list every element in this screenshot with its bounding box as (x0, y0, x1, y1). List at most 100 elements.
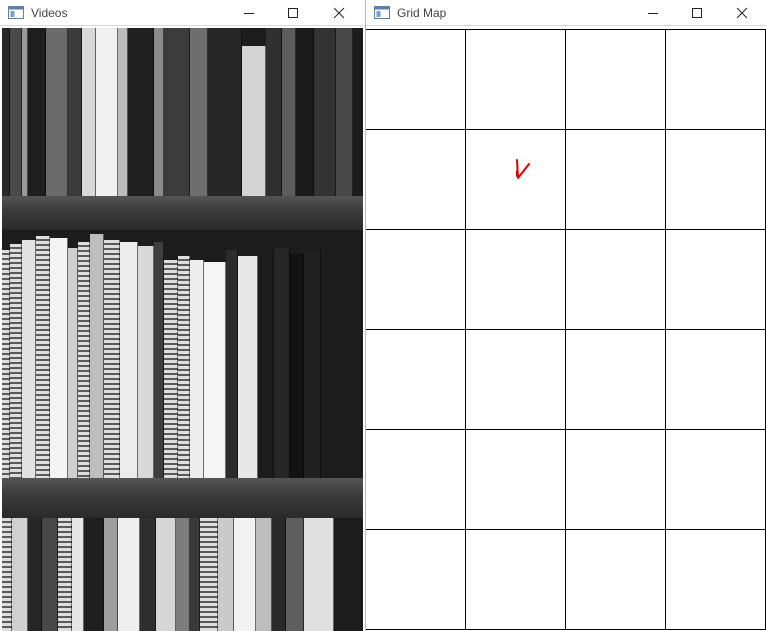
videos-titlebar[interactable]: Videos (0, 0, 365, 26)
grid-cell[interactable] (465, 229, 566, 330)
book-spine (118, 518, 140, 631)
book-spine (2, 28, 10, 198)
grid-cell[interactable] (565, 229, 666, 330)
book-spine (96, 28, 118, 198)
book-spine (290, 254, 304, 478)
grid-map-window: Grid Map (366, 0, 766, 631)
spiral-notebook (178, 256, 190, 478)
book-spine (272, 518, 286, 631)
book-spine (190, 28, 208, 198)
grid-cell[interactable] (665, 329, 766, 430)
grid-cell[interactable] (465, 29, 566, 130)
grid-cell[interactable] (366, 529, 466, 630)
book-spine (234, 518, 256, 631)
spiral-notebook (36, 236, 50, 478)
close-icon (736, 7, 748, 19)
minimize-button[interactable] (631, 0, 675, 26)
spiral-notebook (200, 518, 218, 631)
book-spine (218, 518, 234, 631)
book-spine (12, 518, 28, 631)
grid-cell[interactable] (665, 229, 766, 330)
spiral-notebook (2, 518, 12, 631)
book-spine (82, 28, 96, 198)
book-spine (208, 28, 242, 198)
grid-cell[interactable] (366, 329, 466, 430)
app-window-icon (374, 6, 390, 19)
book-spine (274, 248, 290, 478)
maximize-button[interactable] (271, 0, 315, 26)
shelf-board (2, 196, 363, 230)
grid-cell[interactable] (465, 529, 566, 630)
maximize-icon (288, 8, 298, 18)
book-spine (304, 250, 321, 478)
book-spine (258, 252, 274, 478)
grid-cell[interactable] (366, 229, 466, 330)
grid-cell[interactable] (565, 29, 666, 130)
grid-cell[interactable] (665, 429, 766, 530)
book-spine (68, 28, 82, 198)
book-spine (314, 28, 336, 198)
spiral-notebook (104, 240, 120, 478)
book-spine (304, 518, 334, 631)
book-spine (296, 28, 314, 198)
book-spine (266, 28, 282, 198)
video-frame (2, 28, 363, 631)
book-spine (128, 28, 154, 198)
spiral-notebook (2, 250, 10, 478)
grid-map-titlebar[interactable]: Grid Map (366, 0, 766, 26)
close-button[interactable] (720, 0, 764, 26)
book-spine (120, 242, 138, 478)
book-spine (118, 28, 128, 198)
grid-cell[interactable] (366, 29, 466, 130)
book-spine (226, 250, 238, 478)
grid-cell[interactable] (465, 329, 566, 430)
book-spine (46, 28, 68, 198)
book-spine (154, 242, 164, 478)
book-spine (154, 28, 164, 198)
book-spine (72, 518, 84, 631)
grid-cell[interactable] (366, 429, 466, 530)
grid-cell[interactable] (366, 129, 466, 230)
book-spine (190, 260, 204, 478)
minimize-button[interactable] (227, 0, 271, 26)
grid-cell[interactable] (665, 529, 766, 630)
window-title: Videos (31, 6, 68, 20)
book-spine (238, 256, 258, 478)
grid-cell[interactable] (565, 129, 666, 230)
maximize-button[interactable] (675, 0, 719, 26)
close-button[interactable] (317, 0, 361, 26)
grid-cell[interactable] (465, 429, 566, 530)
book-spine (10, 28, 22, 198)
robot-direction-icon (516, 159, 530, 179)
book-spine (28, 518, 42, 631)
bookshelf-row (2, 230, 363, 478)
grid-cell[interactable] (565, 429, 666, 530)
book-spine (84, 518, 104, 631)
book-spine (22, 240, 36, 478)
book-spine (50, 238, 68, 478)
book-spine (104, 518, 118, 631)
grid-cell[interactable] (665, 129, 766, 230)
grid-map-canvas[interactable] (366, 28, 766, 631)
grid-cell[interactable] (565, 329, 666, 430)
shelf-board (2, 478, 363, 518)
book-spine (140, 518, 156, 631)
book-spine (242, 46, 266, 198)
app-window-icon (8, 6, 24, 19)
book-spine (156, 518, 176, 631)
spiral-notebook (164, 260, 178, 478)
book-spine (282, 28, 296, 198)
minimize-icon (244, 13, 254, 14)
book-spine (204, 262, 226, 478)
grid-cell[interactable] (665, 29, 766, 130)
maximize-icon (692, 8, 702, 18)
grid-cell[interactable] (565, 529, 666, 630)
bookshelf-row (2, 28, 363, 198)
book-spine (336, 28, 353, 198)
book-spine (176, 518, 190, 631)
book-spine (42, 518, 58, 631)
book-spine (90, 234, 104, 478)
bookshelf-row (2, 518, 363, 631)
book-spine (138, 246, 154, 478)
book-spine (256, 518, 272, 631)
